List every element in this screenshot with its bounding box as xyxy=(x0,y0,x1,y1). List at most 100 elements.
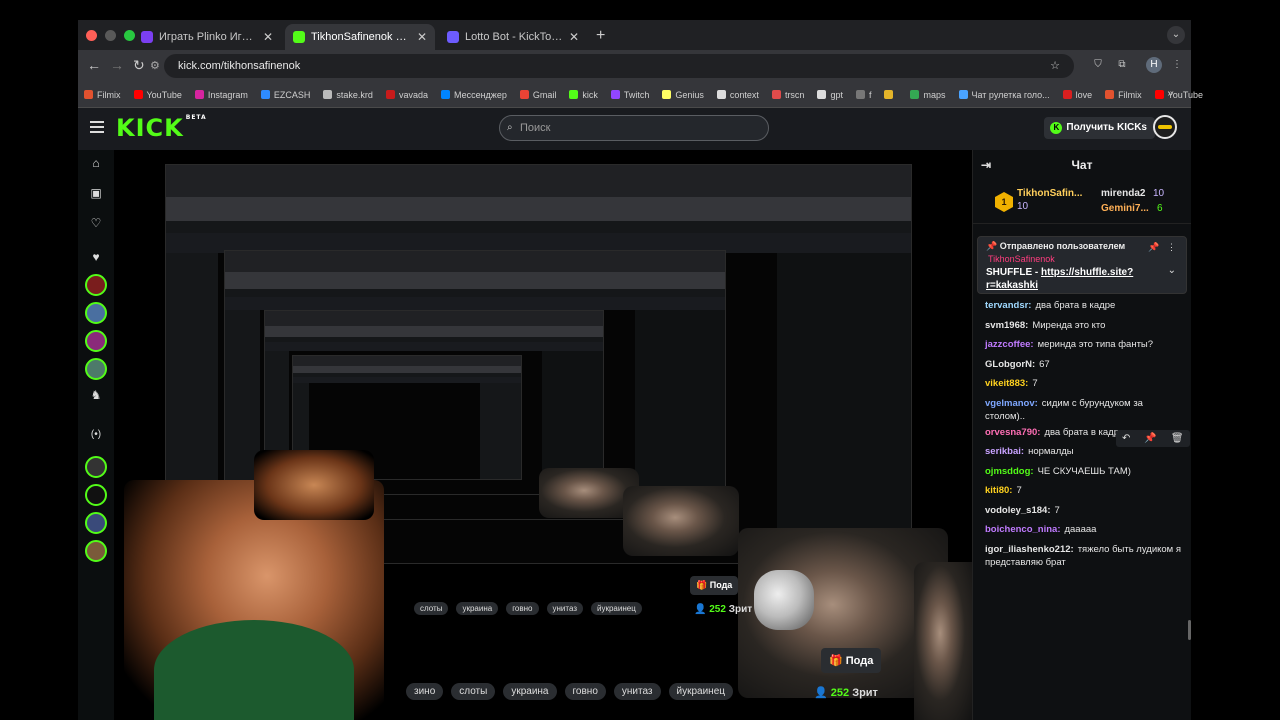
chat-message[interactable]: ojmsddog: ЧЕ СКУЧАЕШЬ ТАМ) xyxy=(985,462,1185,482)
more-options-icon[interactable]: ⋮ xyxy=(1167,242,1176,252)
browser-menu-icon[interactable]: ⋮ xyxy=(1169,57,1185,73)
leader-third-name[interactable]: Gemini7... xyxy=(1101,203,1149,214)
browse-icon[interactable]: ▣ xyxy=(87,184,105,202)
chat-message[interactable]: tervandsr: два брата в кадре xyxy=(985,296,1185,316)
chat-username[interactable]: kiti80: xyxy=(985,485,1012,496)
close-tab-icon[interactable]: ✕ xyxy=(417,30,427,44)
bookmark-item[interactable]: trscn xyxy=(771,90,804,100)
recommended-channel-avatar[interactable] xyxy=(85,512,107,534)
recommended-channel-avatar[interactable] xyxy=(85,484,107,506)
bookmark-item[interactable]: YouTube xyxy=(1154,90,1203,100)
chat-username[interactable]: igor_iliashenko212: xyxy=(985,544,1074,555)
expand-chevron-icon[interactable]: ⌄ xyxy=(1168,265,1176,276)
leader-second-name[interactable]: mirenda2 xyxy=(1101,188,1145,199)
user-avatar[interactable] xyxy=(1153,115,1177,139)
close-window-button[interactable] xyxy=(86,30,97,41)
bookmark-item[interactable]: Twitch xyxy=(610,90,649,100)
stream-tag[interactable]: говно xyxy=(506,602,539,615)
chat-username[interactable]: tervandsr: xyxy=(985,300,1031,311)
followed-channel-avatar[interactable] xyxy=(85,358,107,380)
stream-tag[interactable]: зино xyxy=(406,683,444,700)
chat-message[interactable]: igor_iliashenko212: тяжело быть лудиком я… xyxy=(985,543,1185,569)
live-broadcast-icon[interactable]: (•) xyxy=(87,426,105,444)
chat-message[interactable]: jazzcoffee: меринда это типа фанты? xyxy=(985,335,1185,355)
collapse-chat-icon[interactable]: ⇥ xyxy=(981,150,991,180)
chat-message[interactable]: kiti80: 7 xyxy=(985,481,1185,501)
bookmark-item[interactable]: vavada xyxy=(385,90,428,100)
minimize-window-button[interactable] xyxy=(105,30,116,41)
stream-tag[interactable]: слоты xyxy=(414,602,449,615)
chat-username[interactable]: GLobgorN: xyxy=(985,359,1035,370)
subscribe-button-medium[interactable]: 🎁 Пода xyxy=(690,576,739,595)
extensions-puzzle-icon[interactable]: ⧉ xyxy=(1114,57,1130,73)
bookmark-item[interactable]: EZCASH xyxy=(260,90,310,100)
chat-username[interactable]: svm1968: xyxy=(985,320,1028,331)
chat-username[interactable]: vikeit883: xyxy=(985,378,1028,389)
chat-username[interactable]: vgelmanov: xyxy=(985,398,1038,409)
followed-channel-avatar[interactable] xyxy=(85,330,107,352)
pin-message-icon[interactable]: 📌 xyxy=(1144,433,1156,444)
chat-username[interactable]: jazzcoffee: xyxy=(985,339,1034,350)
recommended-channel-avatar[interactable] xyxy=(85,456,107,478)
close-tab-icon[interactable]: ✕ xyxy=(263,30,273,44)
bookmark-item[interactable]: kick xyxy=(569,90,598,100)
shield-extension-icon[interactable]: ⛉ xyxy=(1090,57,1106,73)
bookmark-item[interactable]: Gmail xyxy=(519,90,556,100)
chess-knight-icon[interactable]: ♞ xyxy=(87,386,105,404)
stream-tag[interactable]: говно xyxy=(564,683,606,700)
leader-first-name[interactable]: TikhonSafin... xyxy=(1017,188,1082,199)
close-tab-icon[interactable]: ✕ xyxy=(569,30,579,44)
following-heart-icon[interactable]: ♡ xyxy=(87,214,105,232)
kick-logo[interactable]: KICK BETA xyxy=(116,114,207,142)
new-tab-plus-icon[interactable]: + xyxy=(596,27,605,45)
bookmark-item[interactable]: Filmix xyxy=(1105,90,1142,100)
bookmark-item[interactable]: stake.krd xyxy=(323,90,373,100)
stream-tag[interactable]: украина xyxy=(456,602,499,615)
bookmark-item[interactable]: Instagram xyxy=(194,90,248,100)
stream-tag[interactable]: унитаз xyxy=(613,683,661,700)
bookmark-star-icon[interactable]: ☆ xyxy=(1050,54,1060,78)
hamburger-menu-icon[interactable] xyxy=(90,121,104,133)
bookmark-item[interactable]: YouTube xyxy=(133,90,182,100)
pin-icon[interactable]: 📌 xyxy=(1148,242,1159,252)
stream-tag[interactable]: слоты xyxy=(451,683,496,700)
reply-icon[interactable]: ↶ xyxy=(1122,433,1130,444)
bookmark-item[interactable] xyxy=(884,90,897,99)
bookmark-item[interactable]: maps xyxy=(910,90,946,100)
tab-search-chevron-icon[interactable]: ⌄ xyxy=(1167,26,1185,44)
bookmark-item[interactable]: Genius xyxy=(662,90,704,100)
followed-channel-avatar[interactable] xyxy=(85,302,107,324)
stream-tag[interactable]: унитаз xyxy=(546,602,583,615)
bookmark-item[interactable]: Filmix xyxy=(84,90,121,100)
profile-avatar-icon[interactable]: H xyxy=(1146,57,1162,73)
pinned-username[interactable]: TikhonSafinenok xyxy=(988,254,1055,264)
bookmark-item[interactable]: f xyxy=(855,90,871,100)
chat-scrollbar[interactable] xyxy=(1188,620,1191,640)
bookmark-item[interactable]: context xyxy=(716,90,759,100)
chat-message[interactable]: svm1968: Миренда это кто xyxy=(985,316,1185,336)
chat-message[interactable]: vgelmanov: сидим с бурундуком за столом).… xyxy=(985,397,1185,423)
chat-message[interactable]: GLobgorN: 67 xyxy=(985,355,1185,375)
chat-username[interactable]: orvesna790: xyxy=(985,427,1040,438)
forward-arrow-icon[interactable]: → xyxy=(110,57,124,73)
chat-username[interactable]: ojmsddog: xyxy=(985,466,1034,477)
chat-message[interactable]: boichenco_nina: дааааа xyxy=(985,520,1185,540)
stream-tag[interactable]: йукраинец xyxy=(591,602,642,615)
followed-heart-icon[interactable]: ♥ xyxy=(87,248,105,266)
chat-message[interactable]: vodoley_s184: 7 xyxy=(985,501,1185,521)
search-input[interactable]: ⌕ Поиск xyxy=(499,115,769,141)
chat-message[interactable]: vikeit883: 7 xyxy=(985,374,1185,394)
more-bookmarks-icon[interactable]: » xyxy=(1167,88,1173,99)
delete-icon[interactable]: 🗑 xyxy=(1171,433,1184,444)
stream-tag[interactable]: украина xyxy=(503,683,557,700)
stream-video[interactable]: слоты украина говно унитаз йукраинец 🎁 Пода … xyxy=(114,150,972,720)
tab-lotto-bot[interactable]: Lotto Bot - KickTools ✕ xyxy=(439,24,587,50)
tab-plinko[interactable]: Играть Plinko Игра | Shuffle ✕ xyxy=(133,24,281,50)
back-arrow-icon[interactable]: ← xyxy=(87,57,101,73)
bookmark-item[interactable]: Мессенджер xyxy=(440,90,507,100)
bookmark-item[interactable]: love xyxy=(1062,90,1092,100)
reload-icon[interactable]: ↻ xyxy=(133,57,145,74)
get-kicks-button[interactable]: K Получить KICKs xyxy=(1044,117,1155,139)
chat-username[interactable]: serikbai: xyxy=(985,446,1024,457)
stream-tag[interactable]: йукраинец xyxy=(668,683,733,700)
